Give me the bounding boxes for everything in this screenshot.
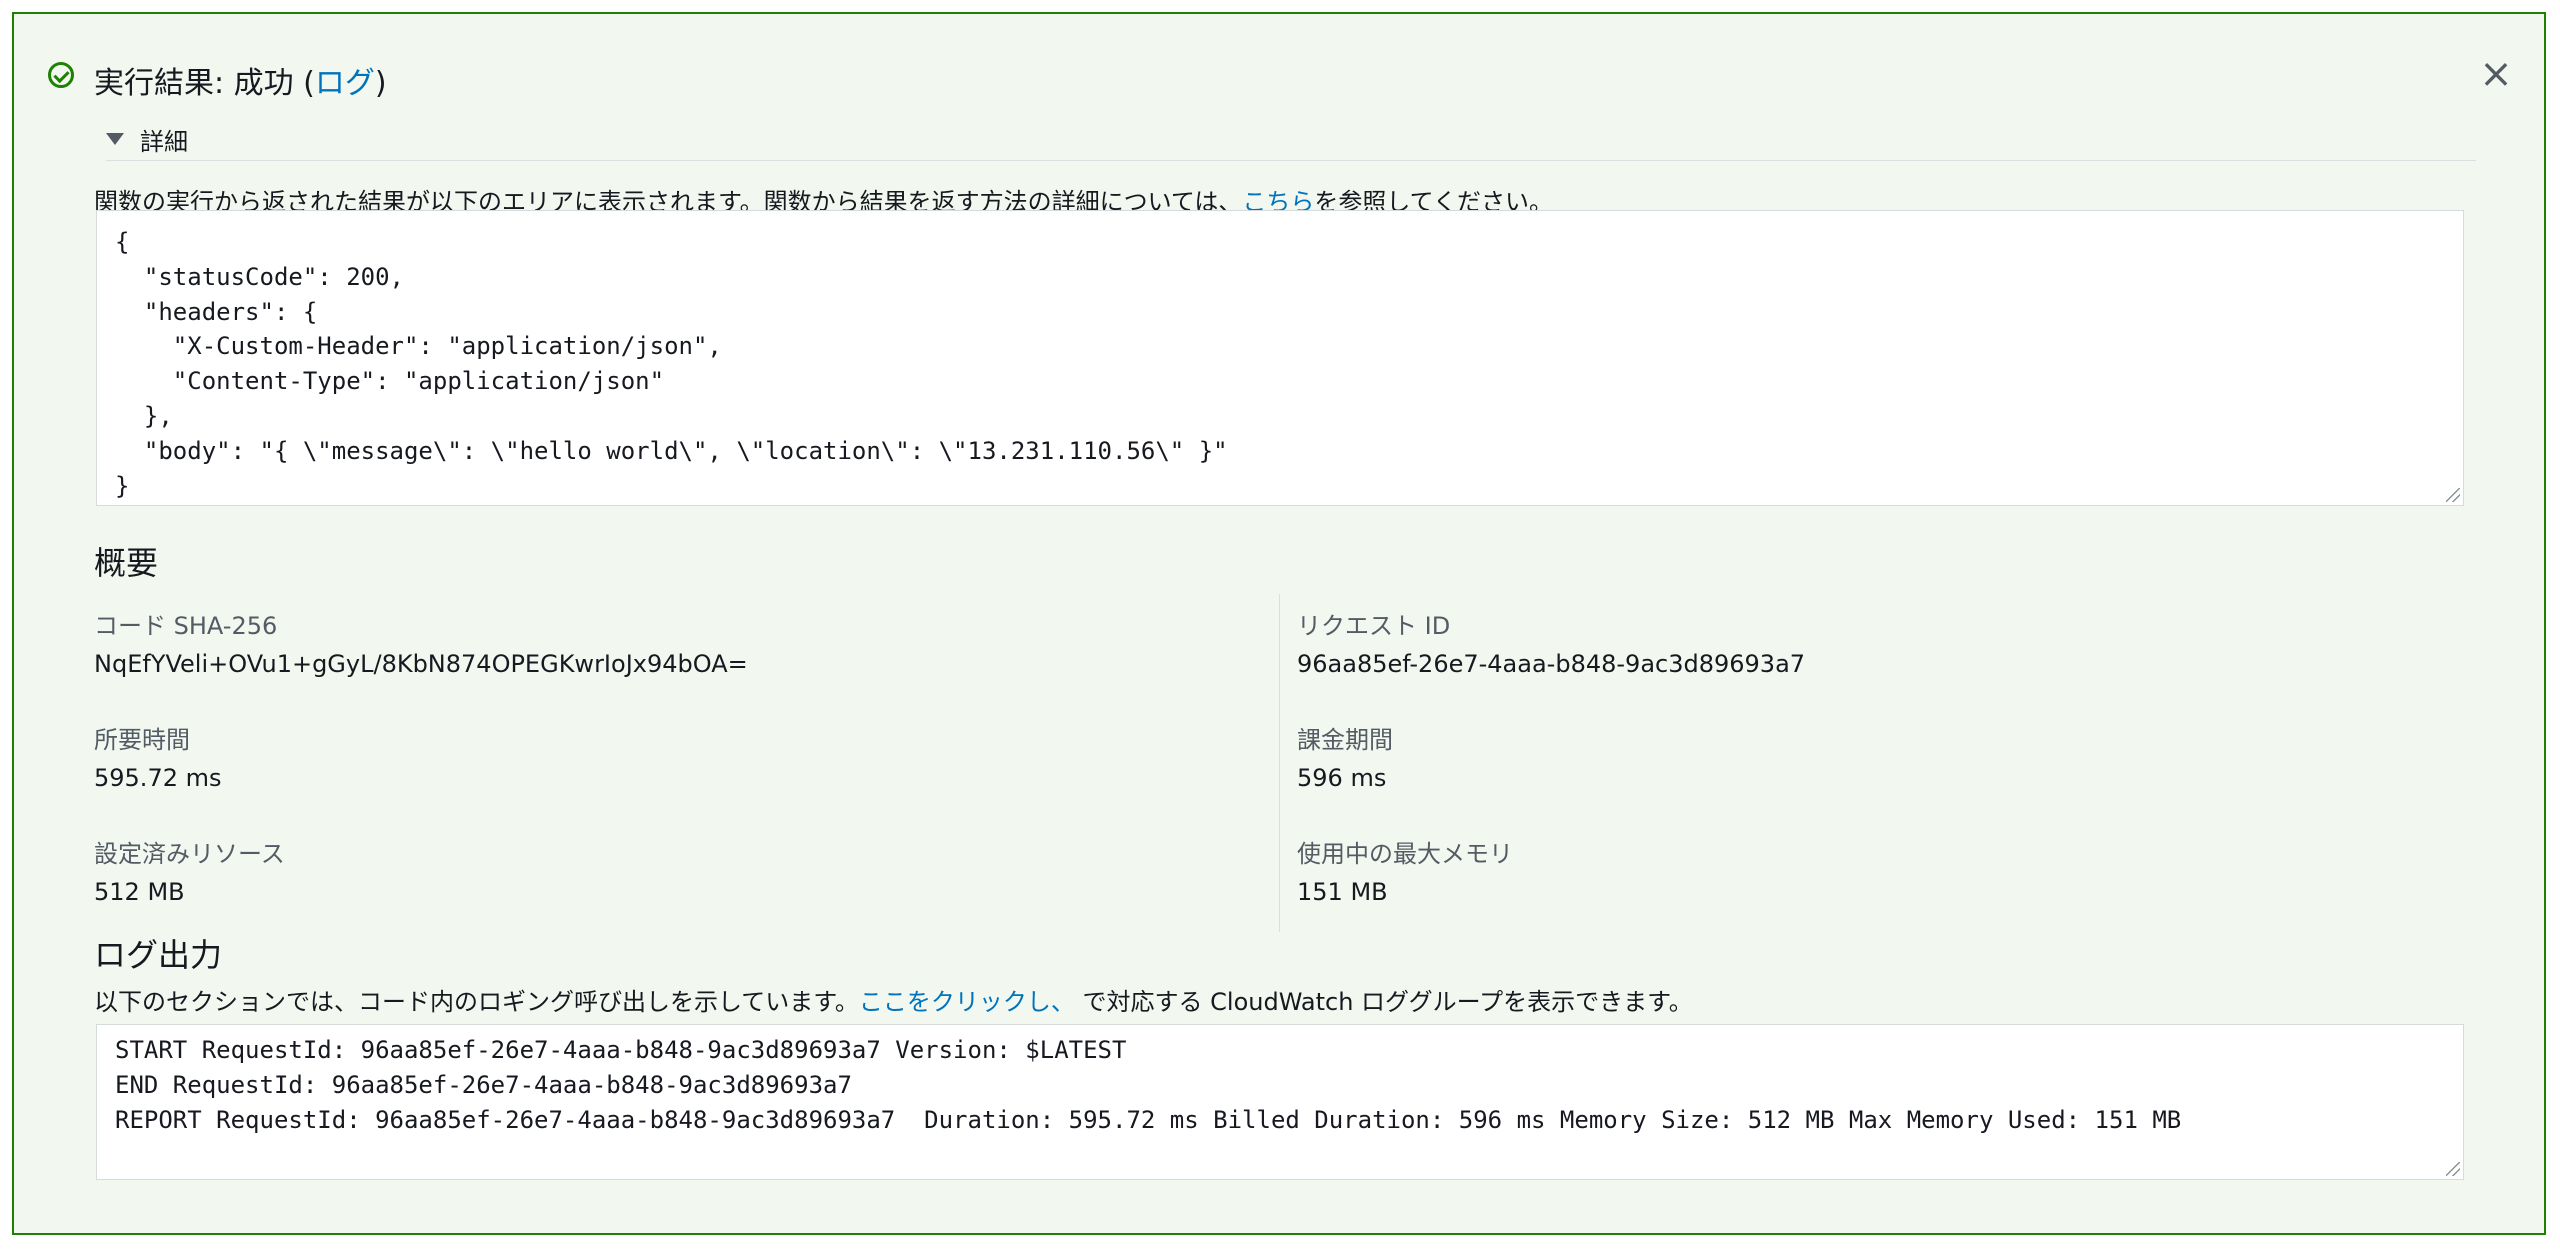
summary-title: 概要: [94, 544, 159, 582]
result-header: 実行結果: 成功 (ログ): [48, 50, 387, 110]
max-memory-label: 使用中の最大メモリ: [1297, 840, 1513, 868]
cloudwatch-link[interactable]: ここをクリックし、: [859, 988, 1075, 1016]
log-text: START RequestId: 96aa85ef-26e7-4aaa-b848…: [115, 1036, 2182, 1134]
request-id-label: リクエスト ID: [1297, 612, 1451, 640]
log-resize-handle-icon[interactable]: [2446, 1162, 2460, 1176]
log-link[interactable]: ログ: [315, 66, 375, 101]
execution-result-panel: 実行結果: 成功 (ログ) × 詳細 関数の実行から返された結果が以下のエリアに…: [12, 12, 2546, 1235]
max-memory-value: 151 MB: [1297, 878, 1388, 906]
summary-divider: [1279, 594, 1280, 932]
details-toggle[interactable]: 詳細: [106, 118, 2476, 161]
details-label: 詳細: [140, 127, 188, 156]
log-output-description-suffix: で対応する CloudWatch ロググループを表示できます。: [1074, 988, 1693, 1016]
log-output-description: 以下のセクションでは、コード内のロギング呼び出しを示しています。ここをクリックし…: [94, 982, 1693, 1017]
billed-duration-value: 596 ms: [1297, 764, 1387, 792]
close-icon[interactable]: ×: [2476, 54, 2516, 94]
result-title: 実行結果: 成功 (ログ): [94, 58, 387, 102]
log-output[interactable]: START RequestId: 96aa85ef-26e7-4aaa-b848…: [96, 1024, 2464, 1180]
result-json: { "statusCode": 200, "headers": { "X-Cus…: [115, 228, 1228, 500]
code-sha-value: NqEfYVeli+OVu1+gGyL/8KbN874OPEGKwrIoJx94…: [94, 650, 748, 678]
log-output-title: ログ出力: [94, 936, 223, 974]
result-output[interactable]: { "statusCode": 200, "headers": { "X-Cus…: [96, 210, 2464, 506]
billed-duration-label: 課金期間: [1297, 726, 1393, 754]
result-title-suffix: ): [374, 66, 387, 101]
duration-value: 595.72 ms: [94, 764, 222, 792]
request-id-value: 96aa85ef-26e7-4aaa-b848-9ac3d89693a7: [1297, 650, 1806, 678]
caret-down-icon: [106, 133, 124, 145]
configured-resources-label: 設定済みリソース: [94, 840, 285, 868]
configured-resources-value: 512 MB: [94, 878, 185, 906]
log-output-description-text: 以下のセクションでは、コード内のロギング呼び出しを示しています。: [94, 988, 859, 1016]
result-title-text: 実行結果: 成功 (: [94, 66, 315, 101]
resize-handle-icon[interactable]: [2446, 488, 2460, 502]
check-circle-icon: [48, 62, 74, 88]
code-sha-label: コード SHA-256: [94, 612, 278, 640]
duration-label: 所要時間: [94, 726, 190, 754]
